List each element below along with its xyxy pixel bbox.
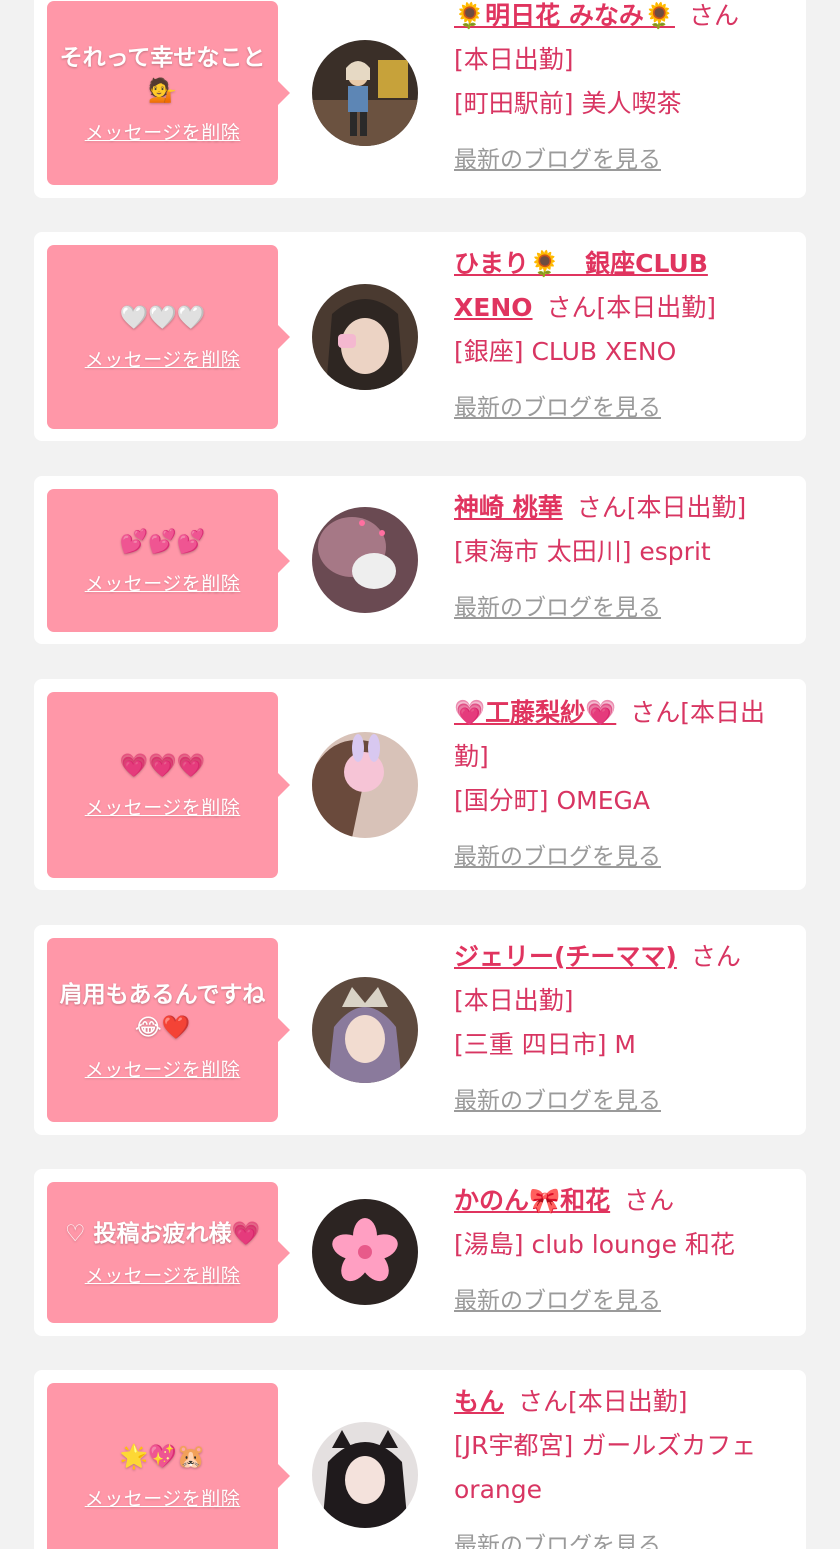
shop-text: [国分町] OMEGA	[454, 786, 650, 815]
message-text: 💕💕💕	[119, 528, 206, 555]
honorific: さん	[630, 698, 681, 727]
avatar[interactable]	[312, 977, 418, 1083]
shop-text: [三重 四日市] M	[454, 1030, 636, 1059]
delete-message-link[interactable]: メッセージを削除	[85, 569, 241, 596]
honorific: さん	[624, 1186, 675, 1215]
message-card: 💗💗💗 メッセージを削除 💗工藤梨紗💗 さん[本日出勤] [国分町] OMEGA …	[34, 679, 806, 890]
girl-name-link[interactable]: ジェリー(チーママ)	[454, 942, 677, 971]
latest-blog-link[interactable]: 最新のブログを見る	[454, 1524, 661, 1549]
girl-name-link[interactable]: かのん🎀和花	[454, 1186, 610, 1215]
honorific: さん	[690, 942, 741, 971]
profile-info: 神崎 桃華 さん[本日出勤] [東海市 太田川] esprit 最新のブログを見る	[454, 486, 790, 630]
latest-blog-link[interactable]: 最新のブログを見る	[454, 1279, 661, 1323]
shop-text: [JR宇都宮] ガールズカフェ orange	[454, 1431, 757, 1504]
avatar-photo	[312, 1199, 418, 1305]
avatar-photo	[312, 1422, 418, 1528]
latest-blog-link[interactable]: 最新のブログを見る	[454, 586, 661, 630]
profile-info: ひまり🌻 銀座CLUB XENO さん[本日出勤] [銀座] CLUB XENO …	[454, 242, 790, 430]
message-bubble: 💕💕💕 メッセージを削除	[47, 489, 290, 632]
profile-info: もん さん[本日出勤] [JR宇都宮] ガールズカフェ orange 最新のブログ…	[454, 1380, 790, 1549]
delete-message-link[interactable]: メッセージを削除	[85, 793, 241, 820]
delete-message-link[interactable]: メッセージを削除	[85, 345, 241, 372]
girl-name-link[interactable]: もん	[454, 1387, 504, 1416]
shop-text: [町田駅前] 美人喫茶	[454, 89, 682, 118]
profile-info: ジェリー(チーママ) さん [本日出勤] [三重 四日市] M 最新のブログを見る	[454, 935, 790, 1123]
delete-message-link[interactable]: メッセージを削除	[85, 1261, 241, 1288]
shop-text: [東海市 太田川] esprit	[454, 537, 711, 566]
shop-text: [湯島] club lounge 和花	[454, 1230, 735, 1259]
message-text: 💗💗💗	[119, 753, 206, 779]
avatar[interactable]	[312, 1422, 418, 1528]
avatar[interactable]	[312, 1199, 418, 1305]
profile-info: かのん🎀和花 さん [湯島] club lounge 和花 最新のブログを見る	[454, 1179, 790, 1323]
honorific: さん	[576, 493, 627, 522]
message-card: 🌟💖🐹 メッセージを削除 もん さん[本日出勤] [JR宇都宮] ガールズカフェ …	[34, 1370, 806, 1549]
delete-message-link[interactable]: メッセージを削除	[85, 1055, 241, 1082]
honorific: さん	[518, 1387, 569, 1416]
avatar[interactable]	[312, 732, 418, 838]
latest-blog-link[interactable]: 最新のブログを見る	[454, 386, 661, 430]
status-text: [本日出勤]	[454, 986, 574, 1015]
latest-blog-link[interactable]: 最新のブログを見る	[454, 138, 661, 182]
honorific: さん	[688, 1, 739, 30]
latest-blog-link[interactable]: 最新のブログを見る	[454, 835, 661, 879]
message-text: ♡ 投稿お疲れ様💗	[64, 1220, 261, 1247]
status-text: [本日出勤]	[596, 293, 717, 322]
honorific: さん	[546, 293, 597, 322]
avatar[interactable]	[312, 284, 418, 390]
message-bubble: 🤍🤍🤍 メッセージを削除	[47, 245, 290, 429]
message-card: 🤍🤍🤍 メッセージを削除 ひまり🌻 銀座CLUB XENO さん[本日出勤] [銀…	[34, 232, 806, 441]
girl-name-link[interactable]: 神崎 桃華	[454, 493, 563, 522]
status-text: [本日出勤]	[568, 1387, 688, 1416]
avatar[interactable]	[312, 40, 418, 146]
status-text: [本日出勤]	[626, 493, 747, 522]
girl-name-link[interactable]: 🌻明日花 みなみ🌻	[454, 1, 675, 30]
avatar-photo	[312, 40, 418, 146]
message-card: それって幸せなこと💁 メッセージを削除 🌻明日花 みなみ🌻 さん [本日出勤] […	[34, 0, 806, 198]
latest-blog-link[interactable]: 最新のブログを見る	[454, 1079, 661, 1123]
girl-name-link[interactable]: 💗工藤梨紗💗	[454, 698, 616, 727]
message-bubble: ♡ 投稿お疲れ様💗 メッセージを削除	[47, 1182, 290, 1323]
avatar-photo	[312, 284, 418, 390]
avatar-photo	[312, 732, 418, 838]
profile-info: 💗工藤梨紗💗 さん[本日出勤] [国分町] OMEGA 最新のブログを見る	[454, 691, 790, 879]
message-text: 肩用もあるんですね😂❤️	[59, 981, 266, 1041]
message-bubble: 💗💗💗 メッセージを削除	[47, 692, 290, 878]
message-card: ♡ 投稿お疲れ様💗 メッセージを削除 かのん🎀和花 さん [湯島] club lo…	[34, 1169, 806, 1336]
message-card: 💕💕💕 メッセージを削除 神崎 桃華 さん[本日出勤] [東海市 太田川] esp…	[34, 476, 806, 644]
message-text: 🌟💖🐹	[119, 1443, 206, 1470]
message-bubble: それって幸せなこと💁 メッセージを削除	[47, 1, 290, 185]
message-bubble: 肩用もあるんですね😂❤️ メッセージを削除	[47, 938, 290, 1122]
avatar[interactable]	[312, 507, 418, 613]
message-bubble: 🌟💖🐹 メッセージを削除	[47, 1383, 290, 1549]
delete-message-link[interactable]: メッセージを削除	[85, 1484, 241, 1511]
delete-message-link[interactable]: メッセージを削除	[85, 118, 241, 145]
avatar-photo	[312, 977, 418, 1083]
avatar-photo	[312, 507, 418, 613]
message-text: それって幸せなこと💁	[59, 44, 266, 104]
message-card: 肩用もあるんですね😂❤️ メッセージを削除 ジェリー(チーママ) さん [本日出勤…	[34, 925, 806, 1135]
status-text: [本日出勤]	[454, 45, 574, 74]
profile-info: 🌻明日花 みなみ🌻 さん [本日出勤] [町田駅前] 美人喫茶 最新のブログを見る	[454, 0, 790, 182]
shop-text: [銀座] CLUB XENO	[454, 337, 677, 366]
message-text: 🤍🤍🤍	[119, 305, 206, 331]
